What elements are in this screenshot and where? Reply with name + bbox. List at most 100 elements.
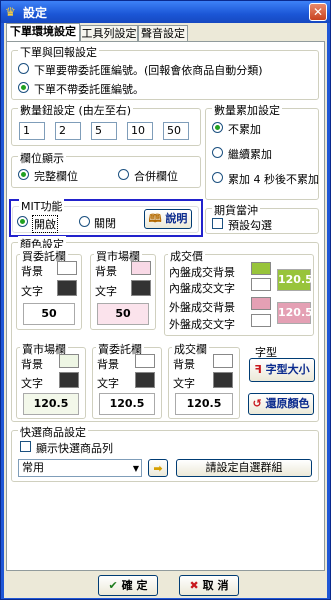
continue-accum-radio[interactable]	[212, 147, 223, 158]
tab-sound[interactable]: 聲音設定	[138, 25, 188, 42]
trade-col-fg-label: 文字	[173, 377, 195, 390]
book-icon: 🕮	[148, 212, 162, 225]
no-accum-radio[interactable]	[212, 122, 223, 133]
mit-close-label: 關閉	[94, 217, 116, 230]
qty-field-2[interactable]: 2	[55, 122, 81, 140]
full-column-radio[interactable]	[18, 169, 29, 180]
close-window-button[interactable]: ✕	[309, 3, 327, 21]
trade-col-fg-swatch[interactable]	[213, 372, 233, 388]
buy-market-bg-swatch[interactable]	[131, 261, 151, 275]
sell-market-bg-swatch[interactable]	[59, 354, 79, 368]
color-settings-group: 顏色設定 買委託欄 背景 文字 50 買市場欄 背景 文字 50 成交價 內盤成…	[11, 236, 319, 422]
app-crown-icon: ♛	[5, 5, 16, 19]
without-account-label: 下單不帶委託匯編號。	[34, 83, 144, 96]
qty-button-group: 數量鈕設定 (由左至右) 1 2 5 10 50	[11, 102, 201, 146]
merged-column-radio[interactable]	[118, 169, 129, 180]
qty-field-1[interactable]: 1	[19, 122, 45, 140]
full-column-label: 完整欄位	[34, 170, 78, 183]
font-size-button[interactable]: ꟻ 字型大小	[249, 358, 315, 382]
reset-icon: ↺	[252, 397, 262, 410]
sell-market-group: 賣市場欄 背景 文字 120.5	[16, 341, 86, 419]
in-fg-label: 內盤成交文字	[169, 282, 235, 295]
qty-field-4[interactable]: 10	[127, 122, 153, 140]
with-account-radio[interactable]	[18, 63, 29, 74]
buy-market-group: 買市場欄 背景 文字 50	[90, 248, 156, 330]
hedge-default-checkbox[interactable]	[212, 218, 223, 229]
column-display-group: 欄位顯示 完整欄位 合併欄位	[11, 150, 201, 188]
settings-window: ♛ 設定 ✕ 下單環境設定 工具列設定 聲音設定 下單與回報設定 下單要帶委託匯…	[0, 0, 331, 600]
accum-4s-radio[interactable]	[212, 172, 223, 183]
mit-open-radio[interactable]	[17, 216, 28, 227]
sell-order-bg-swatch[interactable]	[135, 354, 155, 368]
sell-market-fg-label: 文字	[21, 377, 43, 390]
in-bg-label: 內盤成交背景	[169, 266, 235, 279]
ok-button[interactable]: ✔ 確 定	[98, 575, 158, 596]
set-group-button[interactable]: 請設定自選群組	[176, 459, 312, 477]
cancel-icon: ✖	[189, 579, 199, 592]
column-display-title: 欄位顯示	[18, 150, 66, 166]
arrow-right-icon: ➡	[153, 462, 163, 475]
buy-order-fg-swatch[interactable]	[57, 280, 77, 296]
no-accum-label: 不累加	[228, 123, 261, 136]
sell-order-preview: 120.5	[99, 393, 155, 415]
without-account-radio[interactable]	[18, 82, 29, 93]
qty-field-5[interactable]: 50	[163, 122, 189, 140]
sell-order-fg-label: 文字	[97, 377, 119, 390]
cancel-button[interactable]: ✖ 取 消	[179, 575, 239, 596]
out-fg-swatch[interactable]	[251, 314, 271, 327]
merged-column-label: 合併欄位	[134, 170, 178, 183]
out-fg-label: 外盤成交文字	[169, 318, 235, 331]
in-bg-swatch[interactable]	[251, 262, 271, 275]
mit-group: MIT功能 開啟 關閉 🕮 說明	[12, 198, 199, 233]
trade-price-title: 成交價	[168, 248, 205, 264]
quick-group-select[interactable]: 常用 ▼	[18, 459, 142, 477]
with-account-label: 下單要帶委託匯編號。(回報會依商品自動分類)	[34, 64, 263, 77]
sell-order-fg-swatch[interactable]	[135, 372, 155, 388]
title-bar: ♛ 設定 ✕	[1, 1, 330, 23]
out-trade-preview: 120.5	[277, 302, 313, 324]
buy-order-fg-label: 文字	[21, 285, 43, 298]
trade-col-group: 成交欄 背景 文字 120.5	[168, 341, 240, 419]
sell-order-bg-label: 背景	[97, 358, 119, 371]
mit-help-button[interactable]: 🕮 說明	[144, 209, 192, 229]
trade-col-bg-swatch[interactable]	[213, 354, 233, 368]
buy-order-bg-label: 背景	[21, 265, 43, 278]
quick-group-select-value: 常用	[22, 461, 44, 474]
tab-order-env[interactable]: 下單環境設定	[6, 23, 80, 42]
mit-help-label: 說明	[165, 212, 188, 225]
tab-toolbar[interactable]: 工具列設定	[80, 25, 138, 42]
dialog-client: 下單環境設定 工具列設定 聲音設定 下單與回報設定 下單要帶委託匯編號。(回報會…	[4, 23, 327, 598]
trade-col-preview: 120.5	[175, 393, 233, 415]
trade-col-title: 成交欄	[172, 341, 209, 357]
show-quick-label: 顯示快選商品列	[36, 442, 113, 455]
out-bg-label: 外盤成交背景	[169, 301, 235, 314]
check-icon: ✔	[108, 579, 118, 592]
out-bg-swatch[interactable]	[251, 297, 271, 310]
mit-close-radio[interactable]	[79, 216, 90, 227]
in-fg-swatch[interactable]	[251, 278, 271, 291]
buy-market-fg-swatch[interactable]	[131, 280, 151, 296]
sell-market-fg-swatch[interactable]	[59, 372, 79, 388]
mit-open-label: 開啟	[32, 215, 58, 233]
cancel-label: 取 消	[202, 579, 229, 592]
accum-4s-label: 累加 4 秒後不累加	[228, 173, 319, 186]
hedge-default-label: 預設勾選	[228, 219, 272, 232]
reset-color-button[interactable]: ↺ 還原顏色	[248, 393, 314, 415]
trade-col-bg-label: 背景	[173, 358, 195, 371]
buy-order-preview: 50	[23, 303, 75, 325]
font-size-label: 字型大小	[265, 363, 310, 376]
arrow-right-button[interactable]: ➡	[148, 459, 168, 477]
buy-market-preview: 50	[97, 303, 149, 325]
sell-market-bg-label: 背景	[21, 358, 43, 371]
hedge-group: 期貨當沖 預設勾選	[205, 202, 319, 234]
hedge-title: 期貨當沖	[212, 202, 260, 218]
tab-panel: 下單與回報設定 下單要帶委託匯編號。(回報會依商品自動分類) 下單不帶委託匯編號…	[6, 41, 325, 571]
trade-price-group: 成交價 內盤成交背景 內盤成交文字 外盤成交背景 外盤成交文字 120.5 12…	[164, 248, 314, 336]
buy-market-bg-label: 背景	[95, 265, 117, 278]
buy-order-bg-swatch[interactable]	[57, 261, 77, 275]
qty-accum-group: 數量累加設定 不累加 繼續累加 累加 4 秒後不累加	[205, 102, 319, 200]
show-quick-checkbox[interactable]	[20, 441, 31, 452]
buy-order-group: 買委託欄 背景 文字 50	[16, 248, 82, 330]
quick-select-title: 快選商品設定	[18, 424, 88, 440]
qty-field-3[interactable]: 5	[91, 122, 117, 140]
